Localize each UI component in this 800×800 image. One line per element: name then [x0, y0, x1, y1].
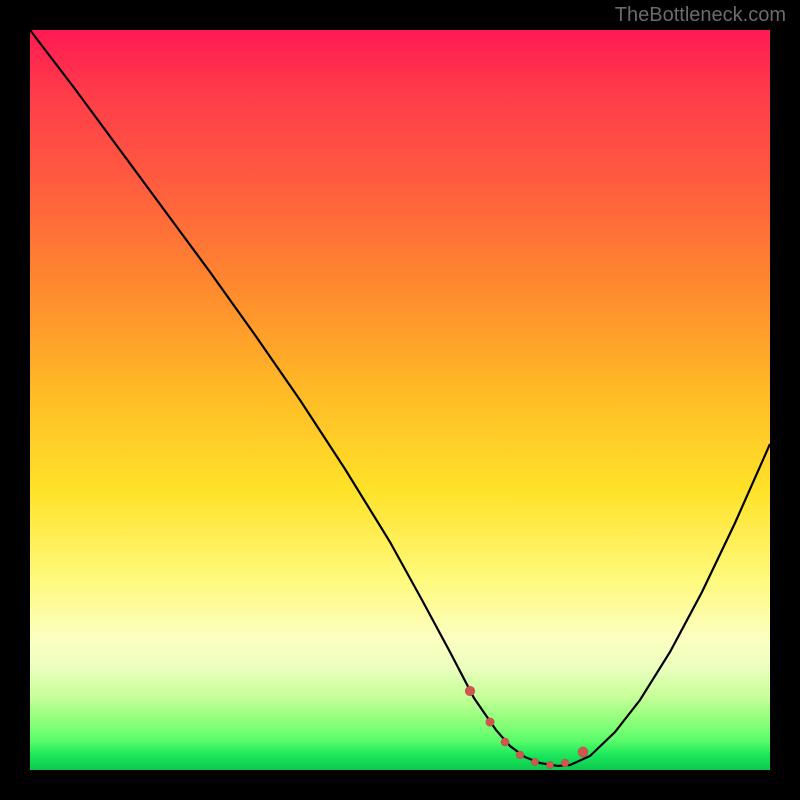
- valley-marker: [546, 761, 554, 769]
- curve-svg: [30, 30, 770, 770]
- valley-marker: [501, 738, 509, 746]
- valley-markers-group: [465, 686, 588, 769]
- valley-marker: [578, 747, 588, 757]
- valley-marker: [561, 759, 569, 767]
- valley-marker: [486, 718, 495, 727]
- valley-marker: [465, 686, 475, 696]
- valley-marker: [531, 758, 539, 766]
- bottleneck-curve: [30, 30, 770, 766]
- valley-marker: [516, 751, 524, 759]
- watermark-text: TheBottleneck.com: [615, 4, 786, 27]
- plot-area: [30, 30, 770, 770]
